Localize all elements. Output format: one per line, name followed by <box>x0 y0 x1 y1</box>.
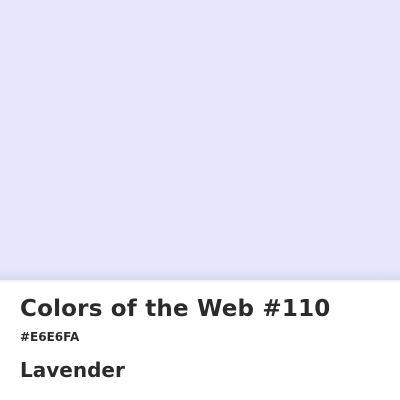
card-title: Colors of the Web #110 <box>20 296 331 322</box>
hex-code-label: #E6E6FA <box>20 330 80 344</box>
color-swatch <box>0 0 400 280</box>
color-name-label: Lavender <box>20 358 125 382</box>
color-card: Colors of the Web #110 #E6E6FA Lavender <box>0 0 400 400</box>
